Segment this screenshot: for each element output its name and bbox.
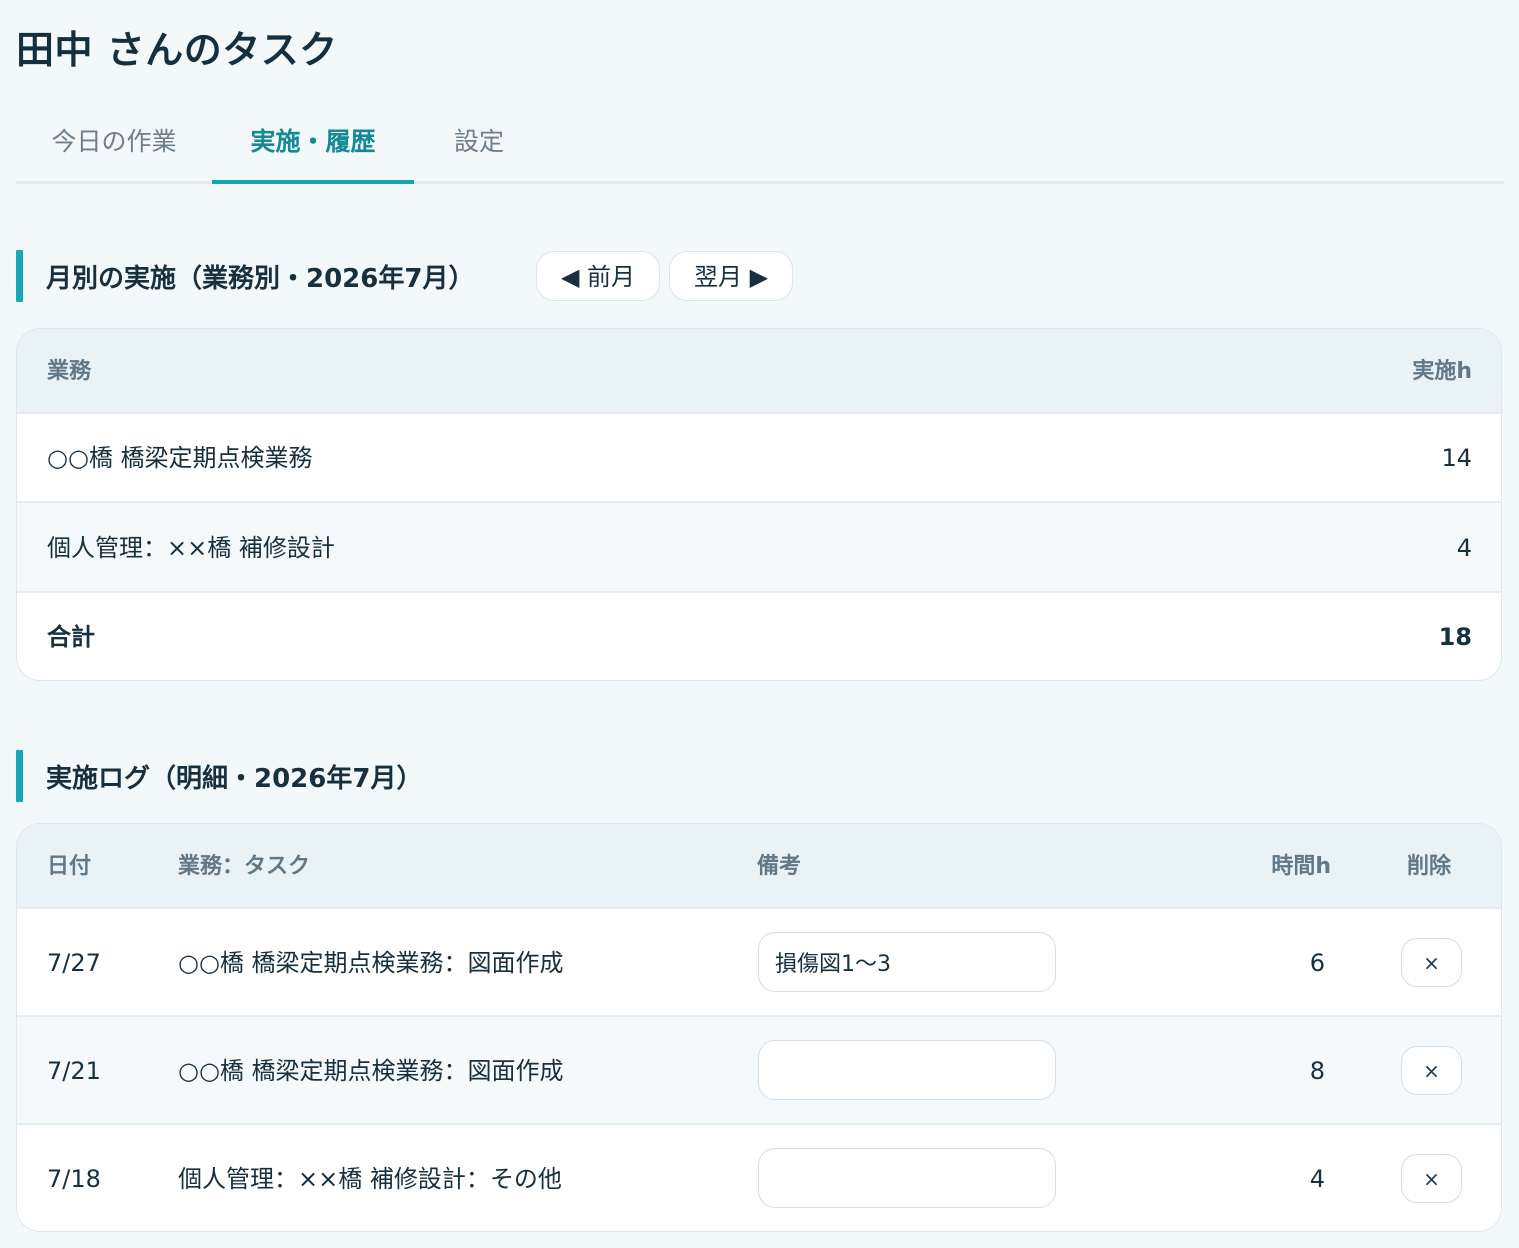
row-task: 個人管理：××橋 補修設計：その他 bbox=[178, 1165, 562, 1193]
monthly-section-header: 月別の実施（業務別・2026年7月） bbox=[16, 250, 474, 302]
note-input[interactable] bbox=[758, 1040, 1056, 1100]
row-date: 7/21 bbox=[47, 1057, 101, 1085]
section-accent-bar bbox=[16, 750, 23, 802]
table-row: 7/27 ○○橋 橋梁定期点検業務：図面作成 6 × bbox=[17, 909, 1501, 1017]
table-header-row: 業務 実施h bbox=[17, 329, 1501, 414]
row-business: ○○橋 橋梁定期点検業務 bbox=[47, 444, 313, 472]
next-month-button[interactable]: 翌月 ▶ bbox=[669, 251, 793, 301]
total-label: 合計 bbox=[47, 623, 95, 651]
tab-bar: 今日の作業 実施・履歴 設定 bbox=[16, 112, 1504, 184]
row-date: 7/18 bbox=[47, 1165, 101, 1193]
header-business: 業務 bbox=[47, 359, 92, 384]
row-date: 7/27 bbox=[47, 949, 101, 977]
note-input[interactable] bbox=[758, 932, 1056, 992]
tab-history[interactable]: 実施・履歴 bbox=[212, 112, 414, 184]
header-note: 備考 bbox=[757, 854, 802, 879]
table-row: ○○橋 橋梁定期点検業務 14 bbox=[17, 414, 1501, 503]
table-row: 7/18 個人管理：××橋 補修設計：その他 4 × bbox=[17, 1125, 1501, 1231]
task-page: 田中 さんのタスク 今日の作業 実施・履歴 設定 月別の実施（業務別・2026年… bbox=[0, 0, 1519, 1248]
monthly-summary-table: 業務 実施h ○○橋 橋梁定期点検業務 14 個人管理：××橋 補修設計 4 合… bbox=[16, 328, 1502, 681]
row-hours: 6 bbox=[1309, 949, 1325, 977]
row-hours: 14 bbox=[1441, 444, 1472, 472]
header-task: 業務：タスク bbox=[178, 854, 311, 879]
log-section-title: 実施ログ（明細・2026年7月） bbox=[46, 763, 423, 794]
row-task: ○○橋 橋梁定期点検業務：図面作成 bbox=[178, 949, 564, 977]
log-table: 日付 業務：タスク 備考 時間h 削除 7/27 ○○橋 橋梁定期点検業務：図面… bbox=[16, 823, 1502, 1232]
delete-button[interactable]: × bbox=[1401, 1046, 1462, 1095]
tab-settings[interactable]: 設定 bbox=[414, 112, 544, 181]
row-hours: 8 bbox=[1309, 1057, 1325, 1085]
page-title: 田中 さんのタスク bbox=[16, 28, 338, 72]
delete-button[interactable]: × bbox=[1401, 1154, 1462, 1203]
delete-button[interactable]: × bbox=[1401, 938, 1462, 987]
table-header-row: 日付 業務：タスク 備考 時間h 削除 bbox=[17, 824, 1501, 909]
tab-today-work[interactable]: 今日の作業 bbox=[16, 112, 212, 181]
header-delete: 削除 bbox=[1407, 854, 1452, 879]
monthly-section-title: 月別の実施（業務別・2026年7月） bbox=[46, 263, 475, 294]
table-row: 7/21 ○○橋 橋梁定期点検業務：図面作成 8 × bbox=[17, 1017, 1501, 1125]
log-section-header: 実施ログ（明細・2026年7月） bbox=[16, 750, 422, 802]
note-input[interactable] bbox=[758, 1148, 1056, 1208]
row-task: ○○橋 橋梁定期点検業務：図面作成 bbox=[178, 1057, 564, 1085]
section-accent-bar bbox=[16, 250, 23, 302]
row-hours: 4 bbox=[1309, 1165, 1325, 1193]
total-row: 合計 18 bbox=[17, 593, 1501, 680]
total-hours: 18 bbox=[1438, 623, 1472, 651]
prev-month-button[interactable]: ◀ 前月 bbox=[536, 251, 660, 301]
row-hours: 4 bbox=[1456, 534, 1472, 562]
table-row: 個人管理：××橋 補修設計 4 bbox=[17, 503, 1501, 593]
header-hours: 時間h bbox=[1271, 854, 1331, 879]
header-date: 日付 bbox=[47, 854, 92, 879]
row-business: 個人管理：××橋 補修設計 bbox=[47, 534, 335, 562]
header-hours: 実施h bbox=[1412, 359, 1472, 384]
